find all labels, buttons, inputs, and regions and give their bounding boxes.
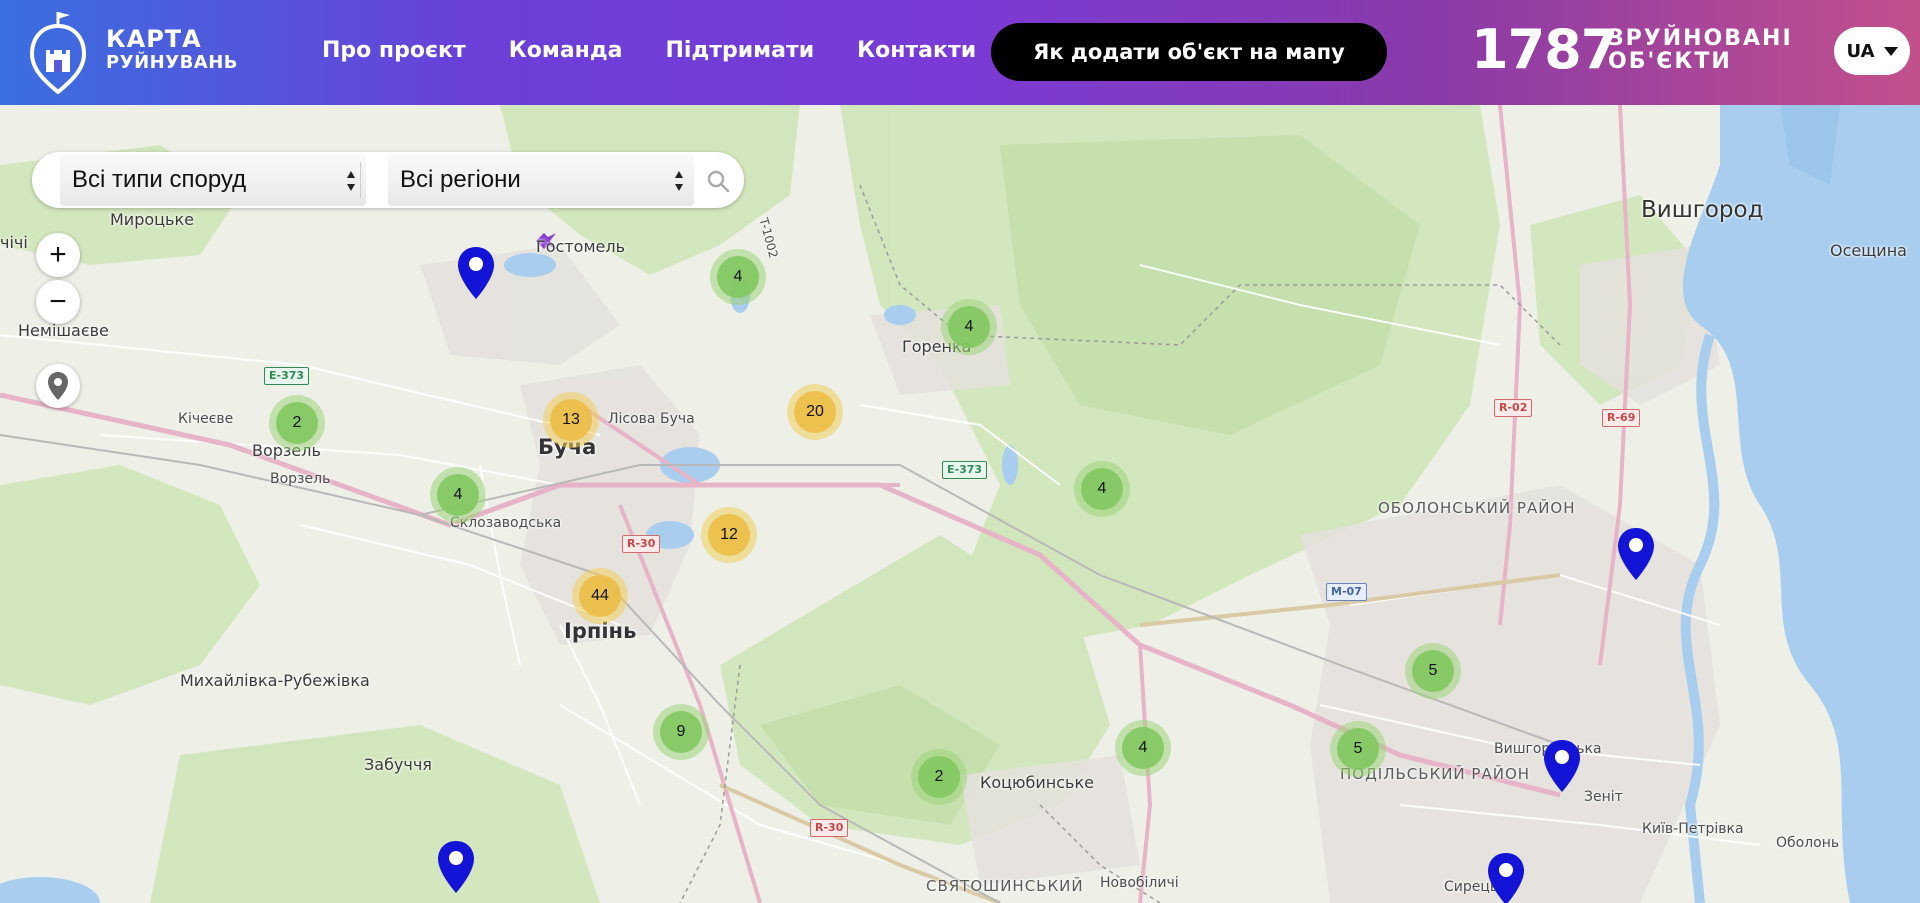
cluster-marker[interactable]: 13	[543, 392, 599, 448]
counter-label-line2: ОБ'ЄКТИ	[1608, 49, 1732, 75]
select-arrows-icon	[347, 171, 355, 191]
place-label: Михайлівка-Рубежівка	[180, 671, 370, 690]
site-header: КАРТА РУЙНУВАНЬ Про проєкт Команда Підтр…	[0, 0, 1920, 105]
logo-title: КАРТА	[106, 25, 202, 53]
place-label: Забуччя	[364, 755, 432, 774]
filter-divider	[360, 162, 361, 198]
zoom-out-label: −	[49, 285, 67, 318]
place-label: Коцюбинське	[980, 773, 1094, 792]
place-label: ОБОЛОНСЬКИЙ РАЙОН	[1378, 499, 1576, 517]
cluster-marker[interactable]: 44	[572, 568, 628, 624]
building-type-select[interactable]: Всі типи споруд	[60, 154, 366, 206]
place-label: Новобіличі	[1100, 875, 1179, 891]
place-label: Ворзель	[270, 471, 331, 487]
cluster-count: 5	[1337, 728, 1379, 770]
logo-subtitle: РУЙНУВАНЬ	[106, 52, 239, 73]
map-pin-icon[interactable]	[1486, 851, 1526, 903]
map-pin-icon[interactable]	[436, 839, 476, 895]
cluster-count: 44	[579, 575, 621, 617]
language-value: UA	[1846, 40, 1875, 62]
cluster-count: 13	[550, 399, 592, 441]
cluster-marker[interactable]: 2	[911, 749, 967, 805]
cluster-marker[interactable]: 9	[653, 704, 709, 760]
destroyed-objects-label: ЗРУЙНОВАНІ ОБ'ЄКТИ	[1608, 27, 1793, 73]
cluster-count: 4	[948, 306, 990, 348]
add-object-button[interactable]: Як додати об'єкт на мапу	[991, 23, 1387, 81]
filter-bar: Всі типи споруд Всі регіони	[32, 152, 744, 208]
place-label: чічі	[0, 233, 28, 252]
place-label: Осещина	[1830, 241, 1907, 260]
road-shield: R-02	[1494, 399, 1533, 417]
place-label: Оболонь	[1776, 835, 1840, 851]
main-nav: Про проєкт Команда Підтримати Контакти	[322, 38, 976, 63]
destroyed-objects-count: 1787	[1471, 18, 1618, 81]
logo-text[interactable]: КАРТА РУЙНУВАНЬ	[106, 27, 238, 72]
building-type-value: Всі типи споруд	[72, 166, 247, 193]
cluster-marker[interactable]: 12	[701, 507, 757, 563]
map-pin-icon[interactable]	[1616, 526, 1656, 582]
cluster-count: 4	[1122, 727, 1164, 769]
place-label: Гостомель	[536, 237, 626, 256]
zoom-out-button[interactable]: −	[36, 280, 80, 324]
chevron-down-icon	[1883, 46, 1898, 56]
cluster-count: 4	[437, 474, 479, 516]
cluster-count: 20	[794, 391, 836, 433]
cluster-marker[interactable]: 5	[1405, 643, 1461, 699]
language-selector[interactable]: UA	[1834, 27, 1910, 75]
zoom-in-label: +	[49, 238, 67, 271]
region-value: Всі регіони	[400, 166, 521, 193]
place-label: Кічеєве	[178, 411, 234, 427]
cluster-marker[interactable]: 20	[787, 384, 843, 440]
place-label: Вишгород	[1641, 197, 1764, 223]
cluster-count: 2	[276, 402, 318, 444]
road-shield: E-373	[264, 367, 310, 385]
nav-link-contacts[interactable]: Контакти	[857, 38, 976, 63]
cluster-count: 12	[708, 514, 750, 556]
logo-icon[interactable]	[28, 10, 88, 94]
cluster-count: 4	[717, 256, 759, 298]
select-arrows-icon	[675, 171, 683, 191]
place-label: Немішаєве	[18, 321, 109, 340]
cluster-marker[interactable]: 4	[1074, 461, 1130, 517]
cluster-count: 2	[918, 756, 960, 798]
location-pin-icon	[48, 372, 68, 400]
region-select[interactable]: Всі регіони	[388, 154, 694, 206]
place-label: Київ-Петрівка	[1642, 821, 1744, 837]
road-shield: R-30	[810, 819, 849, 837]
map-pin-icon[interactable]	[456, 245, 496, 301]
place-label: СВЯТОШИНСЬКИЙ	[926, 877, 1084, 895]
place-label: Лісова Буча	[608, 411, 695, 427]
cluster-marker[interactable]: 4	[941, 299, 997, 355]
map-pin-icon[interactable]	[1542, 738, 1582, 794]
cluster-marker[interactable]: 4	[430, 467, 486, 523]
road-shield: M-07	[1326, 583, 1367, 601]
road-shield: E-373	[942, 461, 988, 479]
cluster-marker[interactable]: 4	[710, 249, 766, 305]
cluster-marker[interactable]: 2	[269, 395, 325, 451]
locate-me-button[interactable]	[36, 364, 80, 408]
nav-link-team[interactable]: Команда	[509, 38, 623, 63]
place-label: Зеніт	[1584, 789, 1623, 805]
map-view[interactable]: Мироцьке Гостомель чічі Немішаєве Горенк…	[0, 105, 1920, 903]
road-shield: R-30	[622, 535, 661, 553]
road-shield: R-69	[1602, 409, 1641, 427]
cluster-count: 5	[1412, 650, 1454, 692]
zoom-in-button[interactable]: +	[36, 233, 80, 277]
cluster-count: 4	[1081, 468, 1123, 510]
counter-label-line1: ЗРУЙНОВАНІ	[1608, 26, 1793, 51]
nav-link-support[interactable]: Підтримати	[665, 38, 814, 63]
cluster-marker[interactable]: 5	[1330, 721, 1386, 777]
search-icon[interactable]	[704, 167, 732, 195]
place-label: Мироцьке	[110, 210, 194, 229]
nav-link-about[interactable]: Про проєкт	[322, 38, 466, 63]
cluster-count: 9	[660, 711, 702, 753]
cluster-marker[interactable]: 4	[1115, 720, 1171, 776]
